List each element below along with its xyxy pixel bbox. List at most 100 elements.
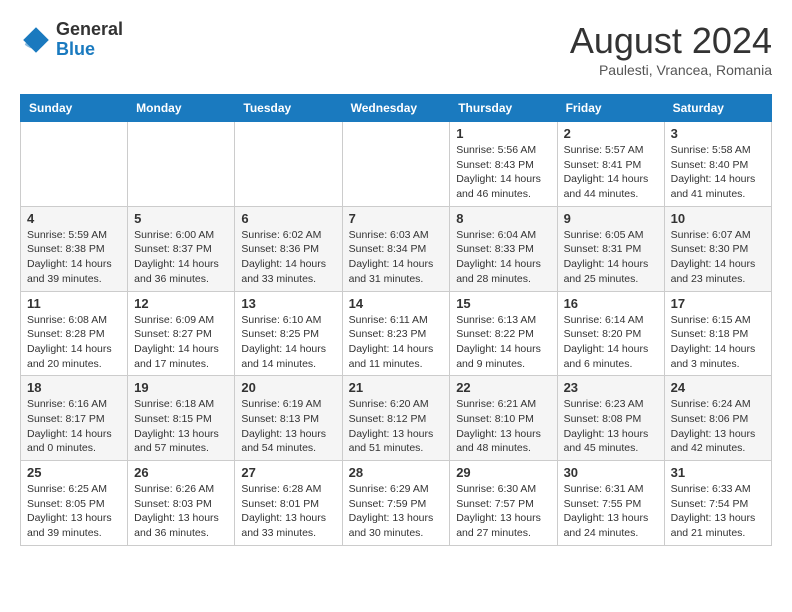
day-number: 8 [456,211,550,226]
day-info: Sunrise: 5:57 AM Sunset: 8:41 PM Dayligh… [564,143,658,202]
day-info: Sunrise: 5:56 AM Sunset: 8:43 PM Dayligh… [456,143,550,202]
weekday-header: Thursday [450,95,557,122]
calendar-cell: 19 Sunrise: 6:18 AM Sunset: 8:15 PM Dayli… [128,376,235,461]
calendar-cell: 20 Sunrise: 6:19 AM Sunset: 8:13 PM Dayli… [235,376,342,461]
calendar-cell: 12 Sunrise: 6:09 AM Sunset: 8:27 PM Dayli… [128,291,235,376]
day-number: 10 [671,211,765,226]
day-number: 11 [27,296,121,311]
day-info: Sunrise: 6:05 AM Sunset: 8:31 PM Dayligh… [564,228,658,287]
day-info: Sunrise: 6:10 AM Sunset: 8:25 PM Dayligh… [241,313,335,372]
day-info: Sunrise: 5:59 AM Sunset: 8:38 PM Dayligh… [27,228,121,287]
day-info: Sunrise: 6:07 AM Sunset: 8:30 PM Dayligh… [671,228,765,287]
day-info: Sunrise: 6:14 AM Sunset: 8:20 PM Dayligh… [564,313,658,372]
calendar-table: SundayMondayTuesdayWednesdayThursdayFrid… [20,94,772,546]
logo-icon [20,24,52,56]
day-number: 27 [241,465,335,480]
day-info: Sunrise: 6:16 AM Sunset: 8:17 PM Dayligh… [27,397,121,456]
calendar-cell: 15 Sunrise: 6:13 AM Sunset: 8:22 PM Dayli… [450,291,557,376]
calendar-cell: 6Sunrise: 6:02 AM Sunset: 8:36 PM Daylig… [235,206,342,291]
day-info: Sunrise: 6:25 AM Sunset: 8:05 PM Dayligh… [27,482,121,541]
calendar-cell: 5 Sunrise: 6:00 AM Sunset: 8:37 PM Daylig… [128,206,235,291]
calendar-cell: 1 Sunrise: 5:56 AM Sunset: 8:43 PM Daylig… [450,122,557,207]
day-info: Sunrise: 6:00 AM Sunset: 8:37 PM Dayligh… [134,228,228,287]
day-number: 20 [241,380,335,395]
calendar-cell: 14 Sunrise: 6:11 AM Sunset: 8:23 PM Dayli… [342,291,450,376]
month-title: August 2024 [570,20,772,62]
day-number: 1 [456,126,550,141]
day-info: Sunrise: 6:28 AM Sunset: 8:01 PM Dayligh… [241,482,335,541]
day-number: 19 [134,380,228,395]
calendar-cell: 4 Sunrise: 5:59 AM Sunset: 8:38 PM Daylig… [21,206,128,291]
day-number: 12 [134,296,228,311]
day-info: Sunrise: 6:29 AM Sunset: 7:59 PM Dayligh… [349,482,444,541]
day-number: 3 [671,126,765,141]
day-number: 28 [349,465,444,480]
day-number: 21 [349,380,444,395]
day-info: Sunrise: 6:09 AM Sunset: 8:27 PM Dayligh… [134,313,228,372]
day-number: 2 [564,126,658,141]
day-number: 29 [456,465,550,480]
day-number: 5 [134,211,228,226]
day-info: Sunrise: 6:02 AM Sunset: 8:36 PM Dayligh… [241,228,335,287]
calendar-cell: 2 Sunrise: 5:57 AM Sunset: 8:41 PM Daylig… [557,122,664,207]
title-block: August 2024 Paulesti, Vrancea, Romania [570,20,772,78]
calendar-cell: 11 Sunrise: 6:08 AM Sunset: 8:28 PM Dayli… [21,291,128,376]
day-info: Sunrise: 6:18 AM Sunset: 8:15 PM Dayligh… [134,397,228,456]
day-info: Sunrise: 6:13 AM Sunset: 8:22 PM Dayligh… [456,313,550,372]
day-info: Sunrise: 6:19 AM Sunset: 8:13 PM Dayligh… [241,397,335,456]
calendar-cell: 21 Sunrise: 6:20 AM Sunset: 8:12 PM Dayli… [342,376,450,461]
weekday-header: Friday [557,95,664,122]
day-number: 4 [27,211,121,226]
day-number: 30 [564,465,658,480]
calendar-cell [342,122,450,207]
location-subtitle: Paulesti, Vrancea, Romania [570,62,772,78]
day-info: Sunrise: 6:24 AM Sunset: 8:06 PM Dayligh… [671,397,765,456]
day-info: Sunrise: 6:04 AM Sunset: 8:33 PM Dayligh… [456,228,550,287]
calendar-week-row: 18 Sunrise: 6:16 AM Sunset: 8:17 PM Dayli… [21,376,772,461]
day-number: 7 [349,211,444,226]
day-number: 14 [349,296,444,311]
day-number: 13 [241,296,335,311]
calendar-cell: 25 Sunrise: 6:25 AM Sunset: 8:05 PM Dayli… [21,461,128,546]
calendar-week-row: 25 Sunrise: 6:25 AM Sunset: 8:05 PM Dayli… [21,461,772,546]
calendar-cell: 29 Sunrise: 6:30 AM Sunset: 7:57 PM Dayli… [450,461,557,546]
calendar-cell: 9Sunrise: 6:05 AM Sunset: 8:31 PM Daylig… [557,206,664,291]
calendar-cell: 17 Sunrise: 6:15 AM Sunset: 8:18 PM Dayli… [664,291,771,376]
weekday-header: Saturday [664,95,771,122]
logo-text: General Blue [56,20,123,60]
day-number: 17 [671,296,765,311]
day-number: 16 [564,296,658,311]
calendar-cell: 10 Sunrise: 6:07 AM Sunset: 8:30 PM Dayli… [664,206,771,291]
calendar-header-row: SundayMondayTuesdayWednesdayThursdayFrid… [21,95,772,122]
calendar-cell [235,122,342,207]
calendar-cell: 28 Sunrise: 6:29 AM Sunset: 7:59 PM Dayli… [342,461,450,546]
day-number: 15 [456,296,550,311]
day-number: 25 [27,465,121,480]
calendar-cell: 16 Sunrise: 6:14 AM Sunset: 8:20 PM Dayli… [557,291,664,376]
day-info: Sunrise: 6:15 AM Sunset: 8:18 PM Dayligh… [671,313,765,372]
calendar-cell: 30Sunrise: 6:31 AM Sunset: 7:55 PM Dayli… [557,461,664,546]
calendar-cell: 24 Sunrise: 6:24 AM Sunset: 8:06 PM Dayli… [664,376,771,461]
day-info: Sunrise: 6:08 AM Sunset: 8:28 PM Dayligh… [27,313,121,372]
weekday-header: Wednesday [342,95,450,122]
day-info: Sunrise: 6:11 AM Sunset: 8:23 PM Dayligh… [349,313,444,372]
calendar-cell: 23Sunrise: 6:23 AM Sunset: 8:08 PM Dayli… [557,376,664,461]
day-info: Sunrise: 6:20 AM Sunset: 8:12 PM Dayligh… [349,397,444,456]
day-info: Sunrise: 6:33 AM Sunset: 7:54 PM Dayligh… [671,482,765,541]
day-number: 23 [564,380,658,395]
day-number: 26 [134,465,228,480]
day-number: 24 [671,380,765,395]
calendar-cell [128,122,235,207]
calendar-cell: 27 Sunrise: 6:28 AM Sunset: 8:01 PM Dayli… [235,461,342,546]
day-number: 18 [27,380,121,395]
day-number: 31 [671,465,765,480]
page-header: General Blue August 2024 Paulesti, Vranc… [20,20,772,78]
calendar-week-row: 11 Sunrise: 6:08 AM Sunset: 8:28 PM Dayli… [21,291,772,376]
day-number: 22 [456,380,550,395]
calendar-cell: 8 Sunrise: 6:04 AM Sunset: 8:33 PM Daylig… [450,206,557,291]
calendar-cell: 26Sunrise: 6:26 AM Sunset: 8:03 PM Dayli… [128,461,235,546]
calendar-week-row: 1 Sunrise: 5:56 AM Sunset: 8:43 PM Daylig… [21,122,772,207]
weekday-header: Sunday [21,95,128,122]
day-info: Sunrise: 6:30 AM Sunset: 7:57 PM Dayligh… [456,482,550,541]
calendar-cell: 7Sunrise: 6:03 AM Sunset: 8:34 PM Daylig… [342,206,450,291]
